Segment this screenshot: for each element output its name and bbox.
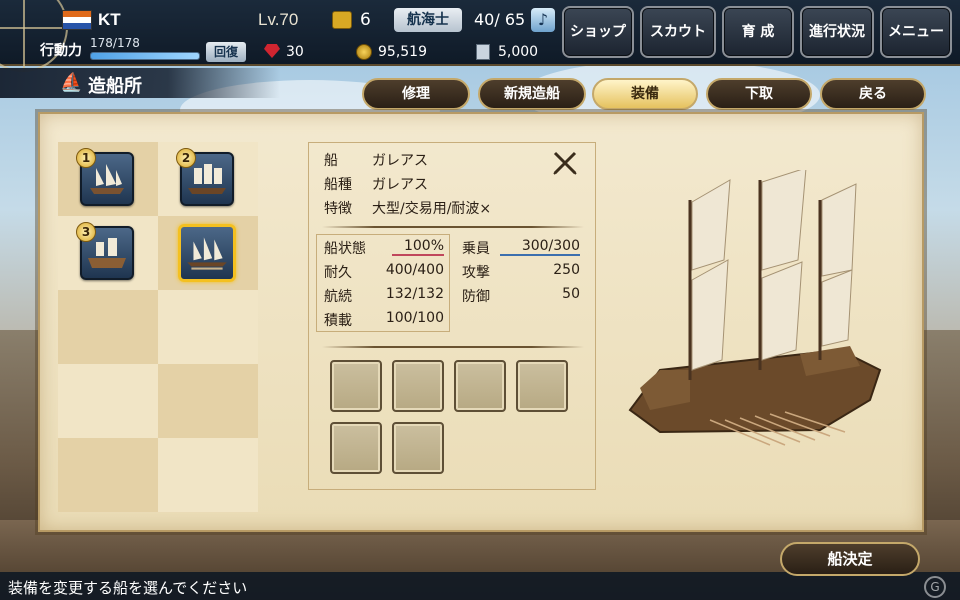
job-badge: 航海士 bbox=[394, 8, 462, 32]
grid-cell bbox=[58, 290, 158, 364]
action-power-label: 行動力 bbox=[40, 43, 82, 59]
gem-count: 30 bbox=[286, 44, 304, 60]
ticket-icon bbox=[476, 44, 490, 60]
condition-value: 100% bbox=[392, 238, 444, 256]
coin-icon bbox=[356, 44, 372, 60]
slot-number-badge: 1 bbox=[76, 148, 96, 168]
page-title: 造船所 bbox=[88, 76, 142, 97]
grid-cell bbox=[158, 290, 258, 364]
equipment-slot[interactable] bbox=[330, 422, 382, 474]
slot-number-badge: 3 bbox=[76, 222, 96, 242]
durability-value: 400/400 bbox=[385, 262, 444, 278]
grid-cell bbox=[58, 438, 158, 512]
scout-button[interactable]: スカウト bbox=[640, 6, 716, 58]
shop-button[interactable]: ショップ bbox=[562, 6, 634, 58]
action-power-bar bbox=[90, 52, 200, 60]
range-label: 航続 bbox=[324, 289, 352, 305]
cargo-value: 100/100 bbox=[385, 310, 444, 326]
hint-text: 装備を変更する船を選んでください bbox=[8, 579, 248, 597]
ticket-count: 5,000 bbox=[498, 44, 539, 60]
equipment-slot[interactable] bbox=[330, 360, 382, 412]
equipment-slot[interactable] bbox=[454, 360, 506, 412]
player-name: KT bbox=[98, 10, 121, 29]
progress-button[interactable]: 進行状況 bbox=[800, 6, 874, 58]
new-build-button[interactable]: 新規造船 bbox=[478, 78, 586, 110]
galleass-icon bbox=[187, 237, 227, 270]
ship-name-value: ガレアス bbox=[372, 153, 428, 169]
defense-value: 50 bbox=[562, 286, 580, 302]
ship-illustration bbox=[620, 167, 900, 460]
slot-number-badge: 2 bbox=[176, 148, 196, 168]
nation-flag-icon bbox=[62, 10, 92, 30]
crossed-swords-icon bbox=[552, 150, 578, 176]
confirm-ship-button[interactable]: 船決定 bbox=[780, 542, 920, 576]
grid-cell bbox=[158, 438, 258, 512]
equipment-slot[interactable] bbox=[516, 360, 568, 412]
ship-name-label: 船 bbox=[324, 153, 338, 169]
attack-value: 250 bbox=[553, 262, 580, 278]
ship-feature-value: 大型/交易用/耐波× bbox=[372, 201, 492, 217]
watermark-logo: G bbox=[924, 576, 946, 598]
equipment-slot[interactable] bbox=[392, 422, 444, 474]
menu-button[interactable]: メニュー bbox=[880, 6, 952, 58]
info-divider bbox=[322, 226, 584, 228]
equip-button[interactable]: 装備 bbox=[592, 78, 698, 110]
ship-slot-4[interactable] bbox=[178, 224, 236, 282]
crew-value: 300/300 bbox=[500, 238, 580, 256]
ship-icon: ⛵ bbox=[60, 72, 83, 93]
trade-in-button[interactable]: 下取 bbox=[706, 78, 812, 110]
ship-feature-label: 特徴 bbox=[324, 201, 352, 217]
crew-label: 乗員 bbox=[462, 241, 490, 257]
durability-label: 耐久 bbox=[324, 265, 352, 281]
player-level: Lv.70 bbox=[258, 10, 299, 29]
condition-label: 船状態 bbox=[324, 241, 366, 257]
action-power-fill bbox=[91, 53, 199, 59]
info-divider bbox=[322, 346, 584, 348]
recover-button[interactable]: 回復 bbox=[206, 42, 246, 62]
coin-count: 95,519 bbox=[378, 44, 427, 60]
equipment-slot[interactable] bbox=[392, 360, 444, 412]
attack-label: 攻撃 bbox=[462, 265, 490, 281]
grid-cell bbox=[158, 364, 258, 438]
crew-count: 40/ 65 bbox=[474, 10, 526, 29]
ship-type-value: ガレアス bbox=[372, 177, 428, 193]
music-note-icon[interactable]: ♪ bbox=[531, 8, 555, 32]
chest-icon bbox=[332, 11, 352, 29]
chest-count: 6 bbox=[360, 10, 371, 30]
training-button[interactable]: 育 成 bbox=[722, 6, 794, 58]
back-button[interactable]: 戻る bbox=[820, 78, 926, 110]
cargo-label: 積載 bbox=[324, 313, 352, 329]
grid-cell bbox=[58, 364, 158, 438]
range-value: 132/132 bbox=[385, 286, 444, 302]
ship-type-label: 船種 bbox=[324, 177, 352, 193]
repair-button[interactable]: 修理 bbox=[362, 78, 470, 110]
action-power-value: 178/178 bbox=[90, 36, 140, 50]
defense-label: 防御 bbox=[462, 289, 490, 305]
